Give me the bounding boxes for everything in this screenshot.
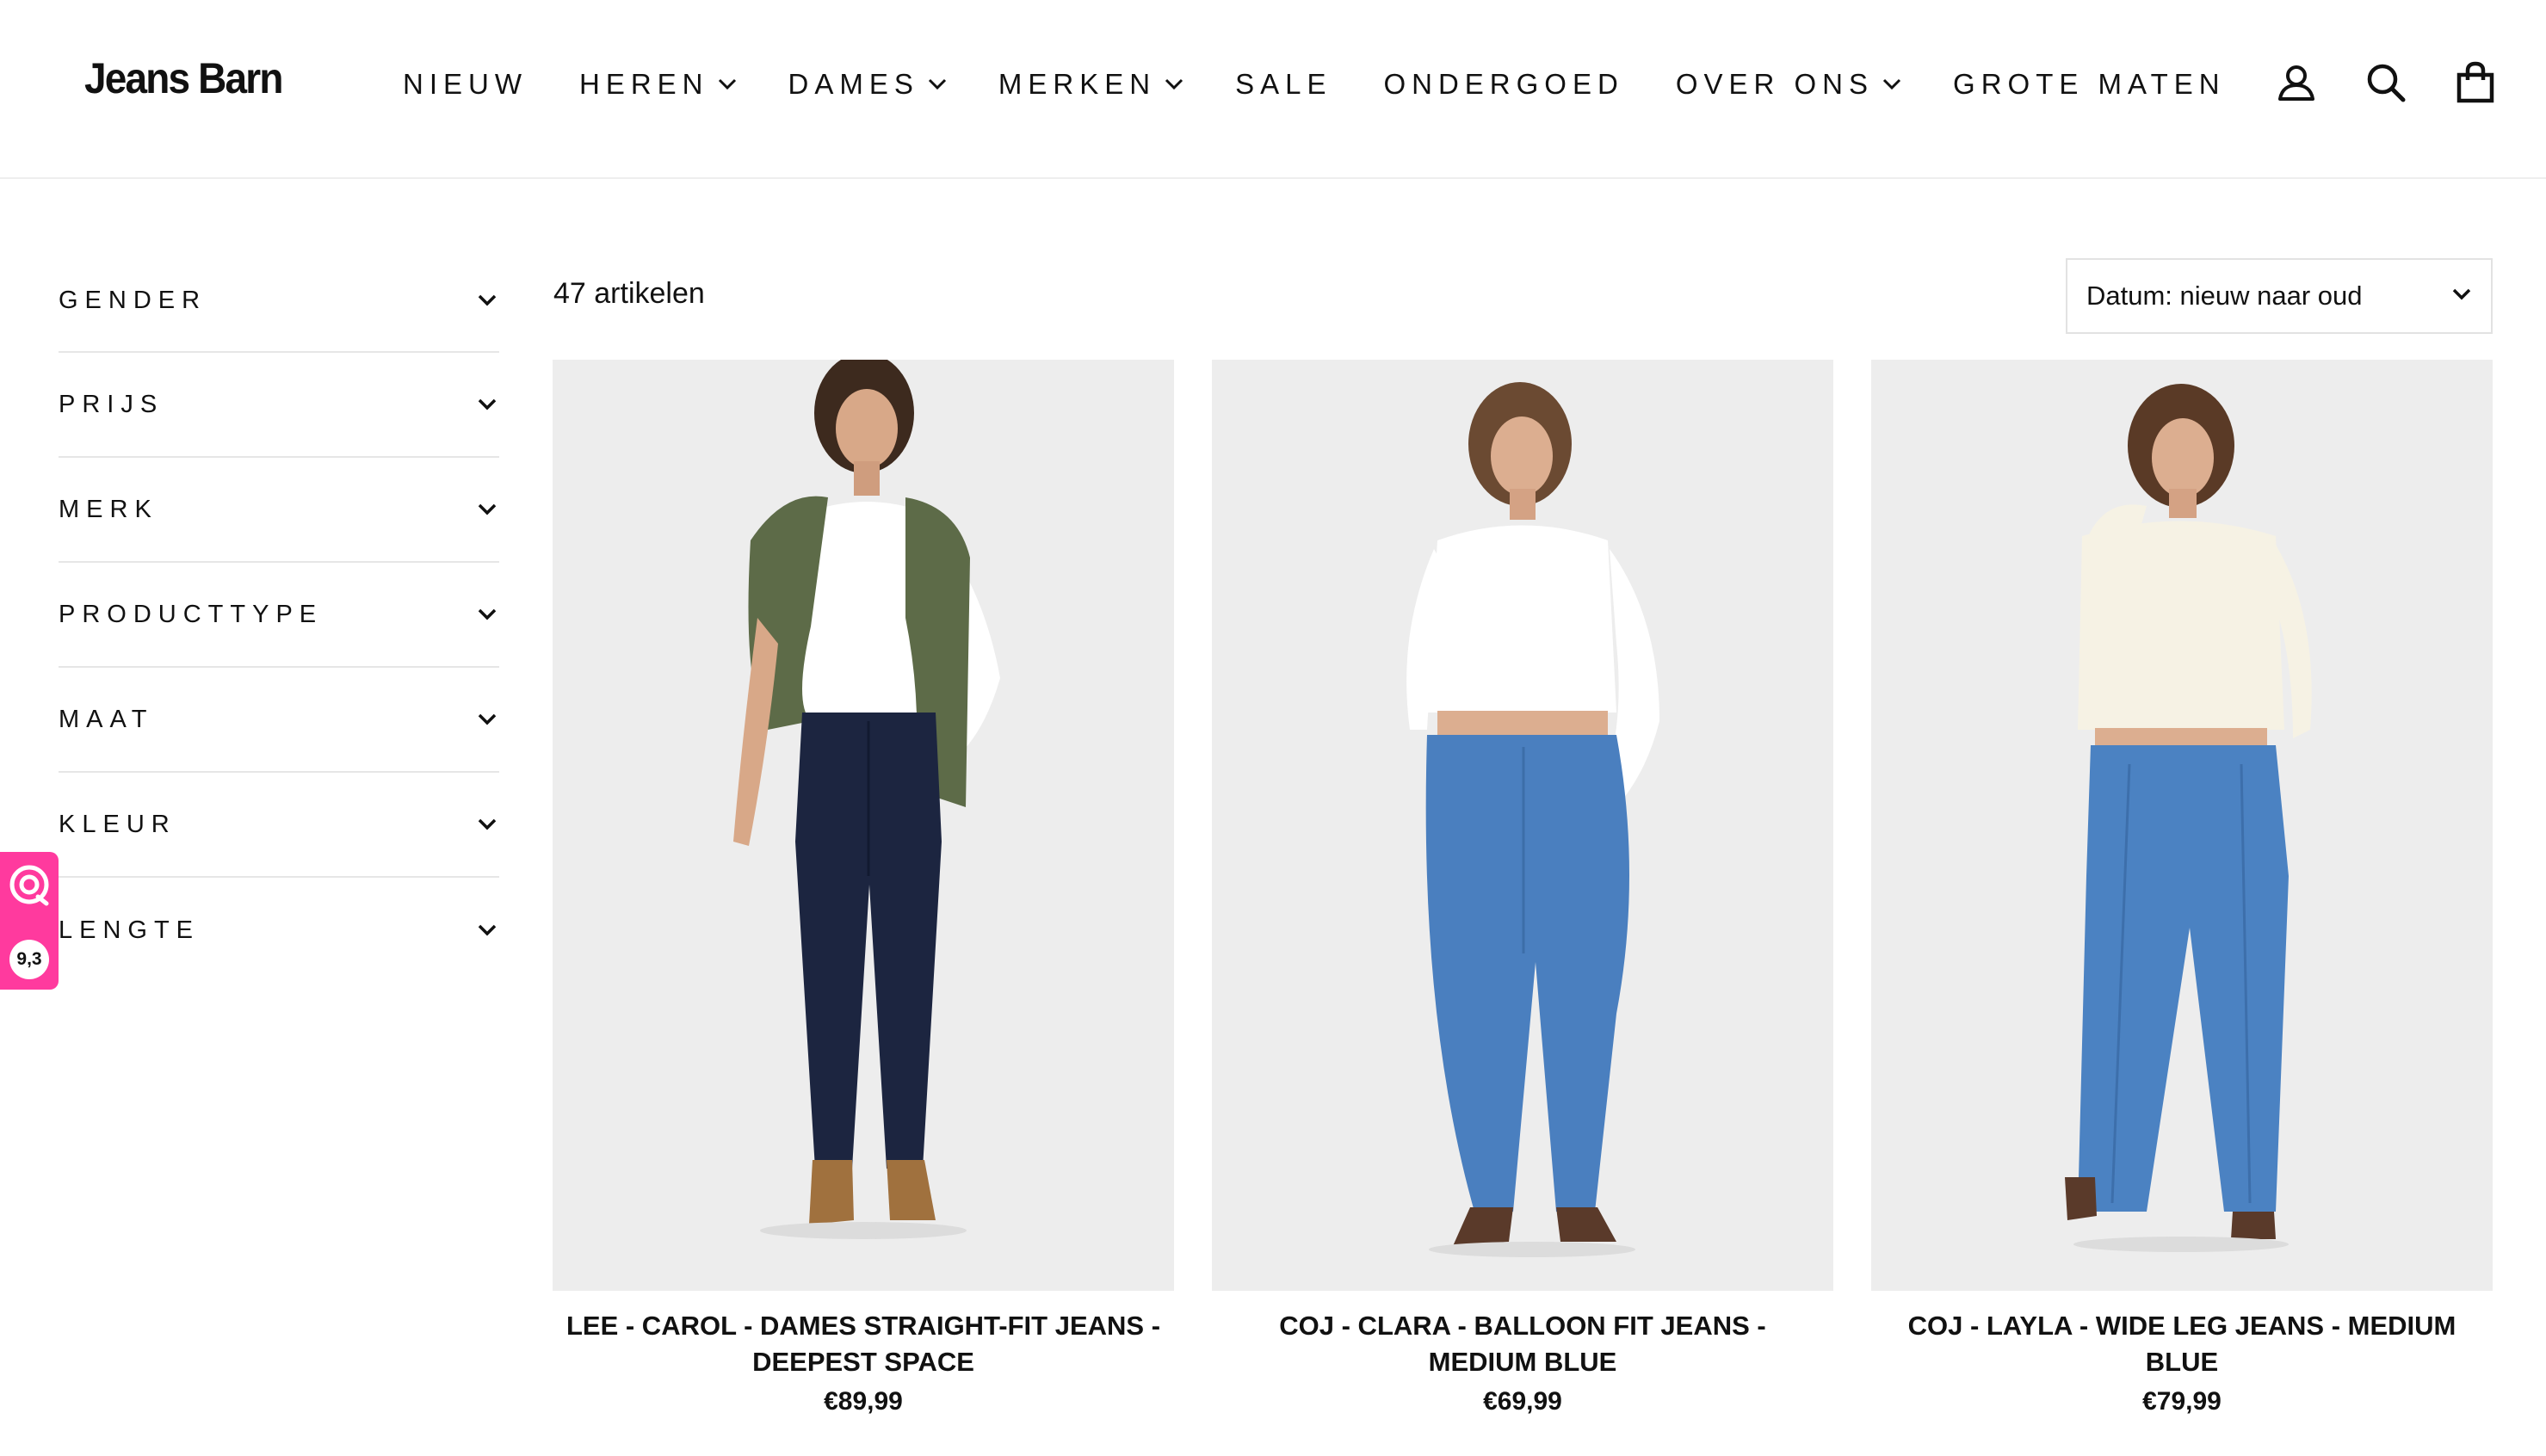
product-title[interactable]: COJ - CLARA - BALLOON FIT JEANS - MEDIUM… [1212, 1308, 1833, 1380]
product-title[interactable]: LEE - CAROL - DAMES STRAIGHT-FIT JEANS -… [553, 1308, 1174, 1380]
nav-item-grote-maten[interactable]: GROTE MATEN [1953, 68, 2226, 101]
chevron-down-icon [475, 602, 499, 626]
chevron-down-icon [1165, 78, 1183, 90]
chevron-down-icon [475, 812, 499, 836]
product-price: €69,99 [1483, 1387, 1562, 1416]
product-price: €89,99 [824, 1387, 903, 1416]
review-logo-icon [7, 862, 52, 911]
nav-label: DAMES [788, 68, 919, 100]
product-image[interactable] [1871, 360, 2493, 1291]
sort-select[interactable]: Datum: nieuw naar oud [2066, 258, 2493, 334]
filter-label: LENGTE [59, 916, 201, 944]
product-card[interactable]: COJ - LAYLA - WIDE LEG JEANS - MEDIUM BL… [1871, 360, 2493, 1416]
product-image[interactable] [1212, 360, 1833, 1291]
nav-label: HEREN [579, 68, 709, 100]
review-score: 9,3 [9, 940, 49, 979]
chevron-down-icon [2451, 287, 2472, 305]
chevron-down-icon [928, 78, 947, 90]
product-price: €79,99 [2142, 1387, 2222, 1416]
filter-sidebar: GENDER PRIJS MERK PRODUCTTYPE MAAT KLEUR… [59, 250, 499, 983]
chevron-down-icon [475, 392, 499, 416]
account-icon[interactable] [2272, 59, 2320, 107]
cart-icon[interactable] [2451, 59, 2500, 107]
nav-item-over-ons[interactable]: OVER ONS [1676, 68, 1901, 101]
product-grid: LEE - CAROL - DAMES STRAIGHT-FIT JEANS -… [553, 360, 2493, 1416]
filter-label: MERK [59, 495, 158, 523]
nav-item-ondergoed[interactable]: ONDERGOED [1383, 68, 1623, 101]
product-title[interactable]: COJ - LAYLA - WIDE LEG JEANS - MEDIUM BL… [1871, 1308, 2493, 1380]
sort-selected-value: Datum: nieuw naar oud [2086, 281, 2363, 311]
filter-merk[interactable]: MERK [59, 458, 499, 563]
nav-item-dames[interactable]: DAMES [788, 68, 947, 101]
nav-label: ONDERGOED [1383, 68, 1624, 100]
chevron-down-icon [475, 918, 499, 942]
filter-maat[interactable]: MAAT [59, 668, 499, 773]
nav-label: SALE [1235, 68, 1332, 100]
review-badge[interactable]: 9,3 [0, 852, 59, 990]
filter-label: GENDER [59, 286, 207, 314]
product-card[interactable]: COJ - CLARA - BALLOON FIT JEANS - MEDIUM… [1212, 360, 1833, 1416]
chevron-down-icon [475, 288, 499, 312]
nav-item-nieuw[interactable]: NIEUW [403, 68, 528, 101]
main-nav: NIEUW HEREN DAMES MERKEN SALE ONDERGOED [403, 64, 2226, 105]
header-icons [2231, 59, 2500, 107]
nav-item-heren[interactable]: HEREN [579, 68, 737, 101]
product-count: 47 artikelen [553, 277, 705, 310]
nav-label: OVER ONS [1675, 68, 1875, 100]
filter-label: MAAT [59, 705, 154, 733]
site-logo[interactable]: Jeans Barn [84, 53, 283, 103]
filter-label: KLEUR [59, 810, 176, 838]
chevron-down-icon [475, 707, 499, 731]
product-image[interactable] [553, 360, 1174, 1291]
nav-item-sale[interactable]: SALE [1235, 68, 1332, 101]
filter-lengte[interactable]: LENGTE [59, 878, 499, 983]
site-header: Jeans Barn NIEUW HEREN DAMES MERKEN SALE [0, 0, 2546, 179]
nav-label: NIEUW [403, 68, 528, 100]
filter-gender[interactable]: GENDER [59, 250, 499, 353]
nav-label: GROTE MATEN [1953, 68, 2226, 100]
filter-producttype[interactable]: PRODUCTTYPE [59, 563, 499, 668]
filter-kleur[interactable]: KLEUR [59, 773, 499, 878]
product-card[interactable]: LEE - CAROL - DAMES STRAIGHT-FIT JEANS -… [553, 360, 1174, 1416]
filter-prijs[interactable]: PRIJS [59, 353, 499, 458]
filter-label: PRODUCTTYPE [59, 600, 324, 628]
search-icon[interactable] [2362, 59, 2410, 107]
nav-label: MERKEN [998, 68, 1157, 100]
nav-item-merken[interactable]: MERKEN [998, 68, 1183, 101]
filter-label: PRIJS [59, 390, 164, 418]
chevron-down-icon [718, 78, 737, 90]
chevron-down-icon [1882, 78, 1901, 90]
chevron-down-icon [475, 497, 499, 521]
